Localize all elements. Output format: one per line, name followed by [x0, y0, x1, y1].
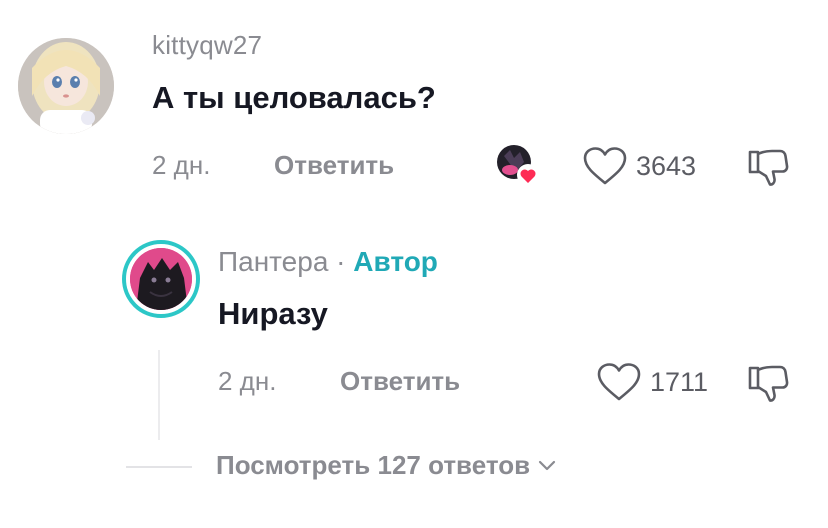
like-count: 3643	[636, 150, 697, 181]
reply-button[interactable]: Ответить	[274, 150, 394, 181]
dislike-button[interactable]	[746, 146, 790, 195]
reply-like-button[interactable]: 1711	[596, 362, 708, 402]
thumbs-down-icon	[748, 365, 789, 402]
reply-dislike-button[interactable]	[746, 362, 790, 411]
view-replies-button[interactable]: Посмотреть 127 ответов	[216, 450, 556, 481]
reply-like-count: 1711	[650, 366, 709, 397]
name-separator: ·	[336, 246, 346, 277]
reply-timestamp: 2 дн.	[218, 366, 277, 396]
comment-text: А ты целовалась?	[152, 80, 436, 115]
reply-username[interactable]: Пантера	[218, 246, 328, 277]
reply-to-reply-button[interactable]: Ответить	[340, 366, 460, 397]
panther-avatar-image	[130, 248, 192, 310]
heart-outline-icon	[583, 147, 627, 185]
author-avatar[interactable]	[122, 240, 200, 318]
view-replies-divider	[126, 466, 192, 468]
like-button[interactable]: 3643	[582, 146, 696, 186]
heart-outline-icon	[597, 363, 641, 401]
doll-avatar-image	[18, 38, 114, 134]
author-badge: Автор	[353, 246, 438, 277]
reply-text: Ниразу	[218, 296, 328, 331]
commenter-username[interactable]: kittyqw27	[152, 30, 262, 61]
commenter-avatar[interactable]	[18, 38, 114, 134]
comment-timestamp: 2 дн.	[152, 150, 211, 180]
view-replies-label: Посмотреть 127 ответов	[216, 450, 531, 480]
creator-liked-heart-icon	[494, 142, 542, 190]
comment-item: kittyqw27 А ты целовалась? 2 дн. Ответит…	[0, 0, 828, 210]
thumbs-down-icon	[748, 149, 789, 186]
chevron-down-icon	[538, 460, 556, 470]
reply-author-line: Пантера · Автор	[218, 246, 438, 278]
thread-line	[158, 350, 160, 440]
